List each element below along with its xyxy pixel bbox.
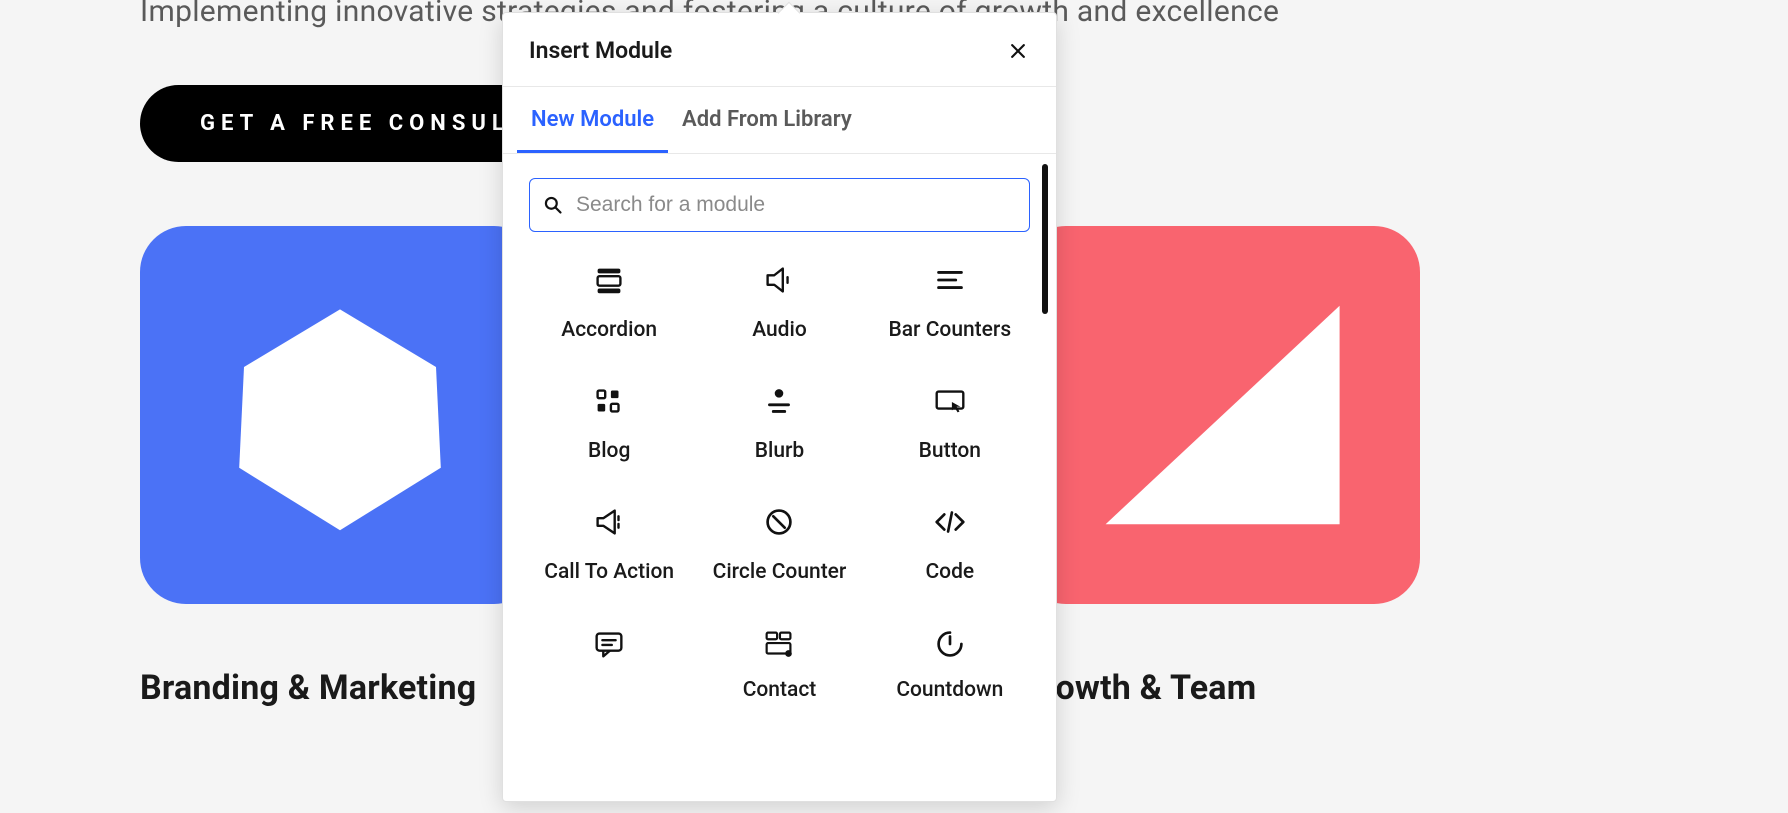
- module-call-to-action[interactable]: Call To Action: [529, 500, 689, 585]
- module-contact[interactable]: Contact: [699, 622, 859, 707]
- close-icon: [1008, 41, 1028, 61]
- module-label: Audio: [752, 318, 807, 343]
- tab-add-from-library[interactable]: Add From Library: [668, 87, 866, 153]
- close-button[interactable]: [1006, 39, 1030, 63]
- module-blurb[interactable]: Blurb: [699, 379, 859, 464]
- insert-module-modal: Insert Module New Module Add From Librar…: [502, 12, 1057, 802]
- module-accordion[interactable]: Accordion: [529, 258, 689, 343]
- card-growth: [1020, 226, 1420, 604]
- module-label: Code: [925, 560, 974, 585]
- module-audio[interactable]: Audio: [699, 258, 859, 343]
- module-countdown[interactable]: Countdown: [870, 622, 1030, 707]
- module-bar-counters[interactable]: Bar Counters: [870, 258, 1030, 343]
- module-label: Contact: [743, 678, 817, 703]
- module-label: Circle Counter: [713, 560, 847, 585]
- card-block: Branding & Marketing: [140, 226, 540, 708]
- module-circle-counter[interactable]: Circle Counter: [699, 500, 859, 585]
- comments-icon: [587, 622, 631, 666]
- modal-header: Insert Module: [503, 13, 1056, 87]
- button-icon: [928, 379, 972, 423]
- module-label: Button: [919, 439, 981, 464]
- modal-body: Accordion Audio Bar Counters Blog: [503, 154, 1056, 801]
- module-button[interactable]: Button: [870, 379, 1030, 464]
- module-blog[interactable]: Blog: [529, 379, 689, 464]
- module-label: Countdown: [896, 678, 1003, 703]
- modal-tabs: New Module Add From Library: [503, 87, 1056, 154]
- card-branding: [140, 226, 540, 604]
- triangle-icon: [1070, 285, 1370, 545]
- bar-counters-icon: [928, 258, 972, 302]
- search-input[interactable]: [529, 178, 1030, 232]
- tab-new-module[interactable]: New Module: [517, 87, 668, 153]
- code-icon: [928, 500, 972, 544]
- search-icon: [543, 195, 563, 215]
- card-title: Branding & Marketing: [140, 668, 540, 708]
- scrollbar-thumb[interactable]: [1042, 164, 1048, 314]
- module-comments[interactable]: [529, 622, 689, 707]
- blurb-icon: [757, 379, 801, 423]
- megaphone-icon: [587, 500, 631, 544]
- audio-icon: [757, 258, 801, 302]
- module-label: Bar Counters: [888, 318, 1011, 343]
- module-label: Blurb: [755, 439, 805, 464]
- accordion-icon: [587, 258, 631, 302]
- circle-counter-icon: [757, 500, 801, 544]
- search-wrap: [529, 178, 1030, 232]
- hexagon-icon: [220, 295, 460, 535]
- module-label: Blog: [588, 439, 630, 464]
- modal-title: Insert Module: [529, 37, 672, 64]
- contact-form-icon: [757, 622, 801, 666]
- card-block: Growth & Team: [1020, 226, 1420, 708]
- modules-grid: Accordion Audio Bar Counters Blog: [529, 258, 1030, 717]
- card-title: Growth & Team: [1020, 668, 1420, 708]
- module-label: Call To Action: [544, 560, 674, 585]
- countdown-icon: [928, 622, 972, 666]
- module-code[interactable]: Code: [870, 500, 1030, 585]
- blog-icon: [587, 379, 631, 423]
- module-label: Accordion: [561, 318, 657, 343]
